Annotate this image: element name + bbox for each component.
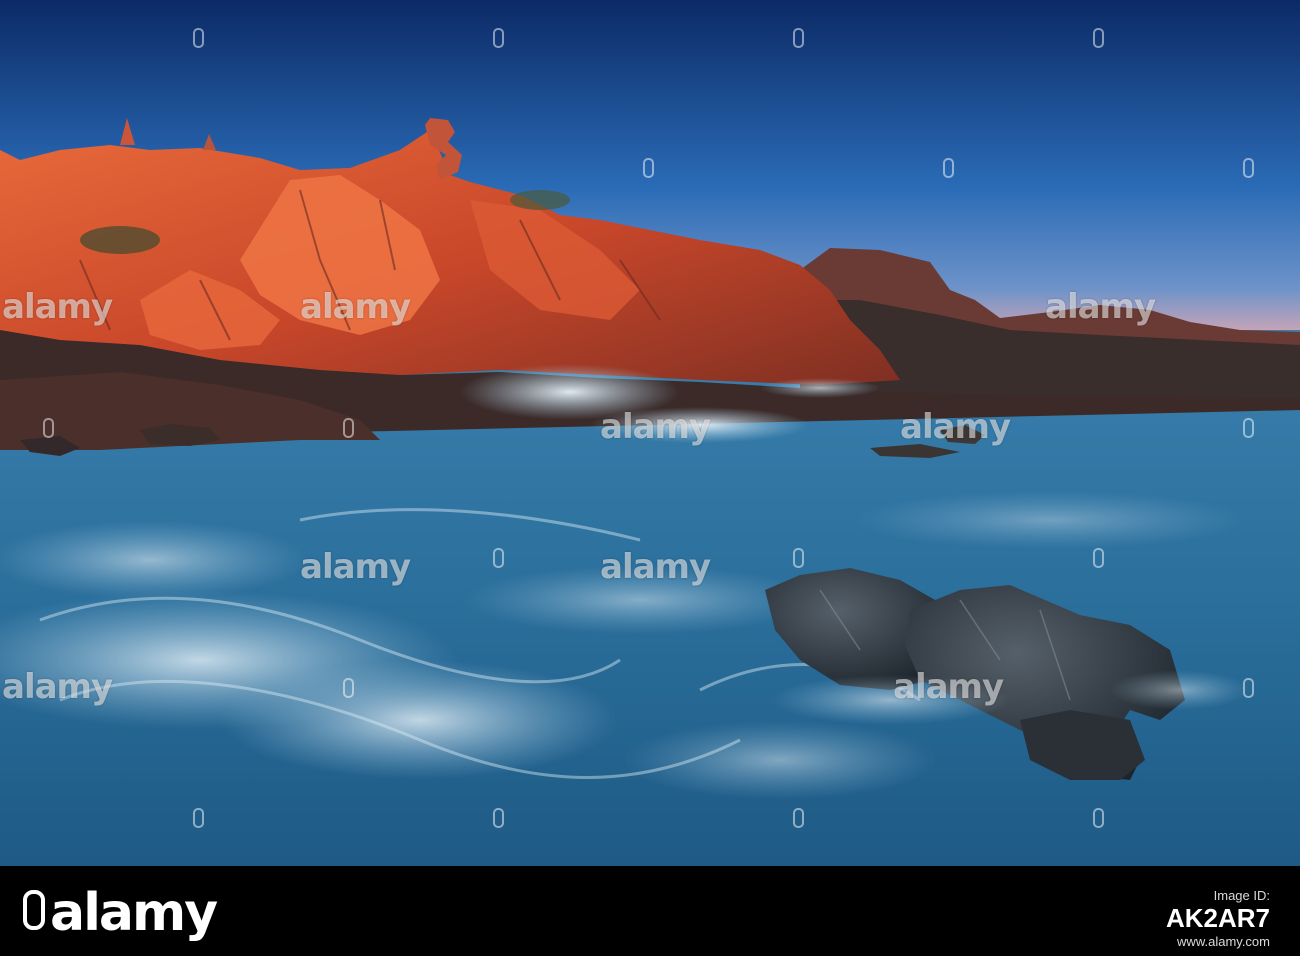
watermark-mark-icon: [643, 158, 654, 178]
watermark-mark-icon: [193, 28, 204, 48]
watermark-mark-icon: [193, 808, 204, 828]
stock-id-block: Image ID: AK2AR7 www.alamy.com: [1030, 888, 1270, 949]
watermark-mark-icon: [1093, 28, 1104, 48]
watermark-text: alamy: [1045, 287, 1156, 327]
footer-logo-text: alamy: [50, 883, 218, 943]
watermark-text: alamy: [900, 407, 1011, 447]
alamy-logo-icon: [23, 890, 45, 930]
watermark-text: alamy: [300, 287, 411, 327]
watermark-mark-icon: [493, 28, 504, 48]
watermark-mark-icon: [943, 158, 954, 178]
stock-footer-bar: alamy Image ID: AK2AR7 www.alamy.com: [0, 866, 1300, 956]
watermark-mark-icon: [343, 678, 354, 698]
watermark-text: alamy: [600, 547, 711, 587]
watermark-mark-icon: [793, 548, 804, 568]
watermark-text: alamy: [2, 667, 113, 707]
watermark-mark-icon: [1243, 158, 1254, 178]
watermark-mark-icon: [493, 808, 504, 828]
watermark-mark-icon: [343, 418, 354, 438]
watermark-text: alamy: [2, 287, 113, 327]
watermark-mark-icon: [1093, 808, 1104, 828]
watermark-text: alamy: [300, 547, 411, 587]
coastal-photo: alamy alamy alamy alamy alamy alamy alam…: [0, 0, 1300, 866]
stock-id-label: Image ID:: [1213, 888, 1270, 903]
stock-id-value: AK2AR7: [1165, 903, 1270, 933]
watermark-mark-icon: [1243, 678, 1254, 698]
watermark-mark-icon: [793, 808, 804, 828]
watermark-mark-icon: [43, 418, 54, 438]
watermark-mark-icon: [1093, 548, 1104, 568]
site-url: www.alamy.com: [1177, 934, 1270, 949]
watermark-mark-icon: [493, 548, 504, 568]
watermark-mark-icon: [1243, 418, 1254, 438]
watermark-text: alamy: [600, 407, 711, 447]
watermark-mark-icon: [793, 28, 804, 48]
watermark-text: alamy: [893, 667, 1004, 707]
